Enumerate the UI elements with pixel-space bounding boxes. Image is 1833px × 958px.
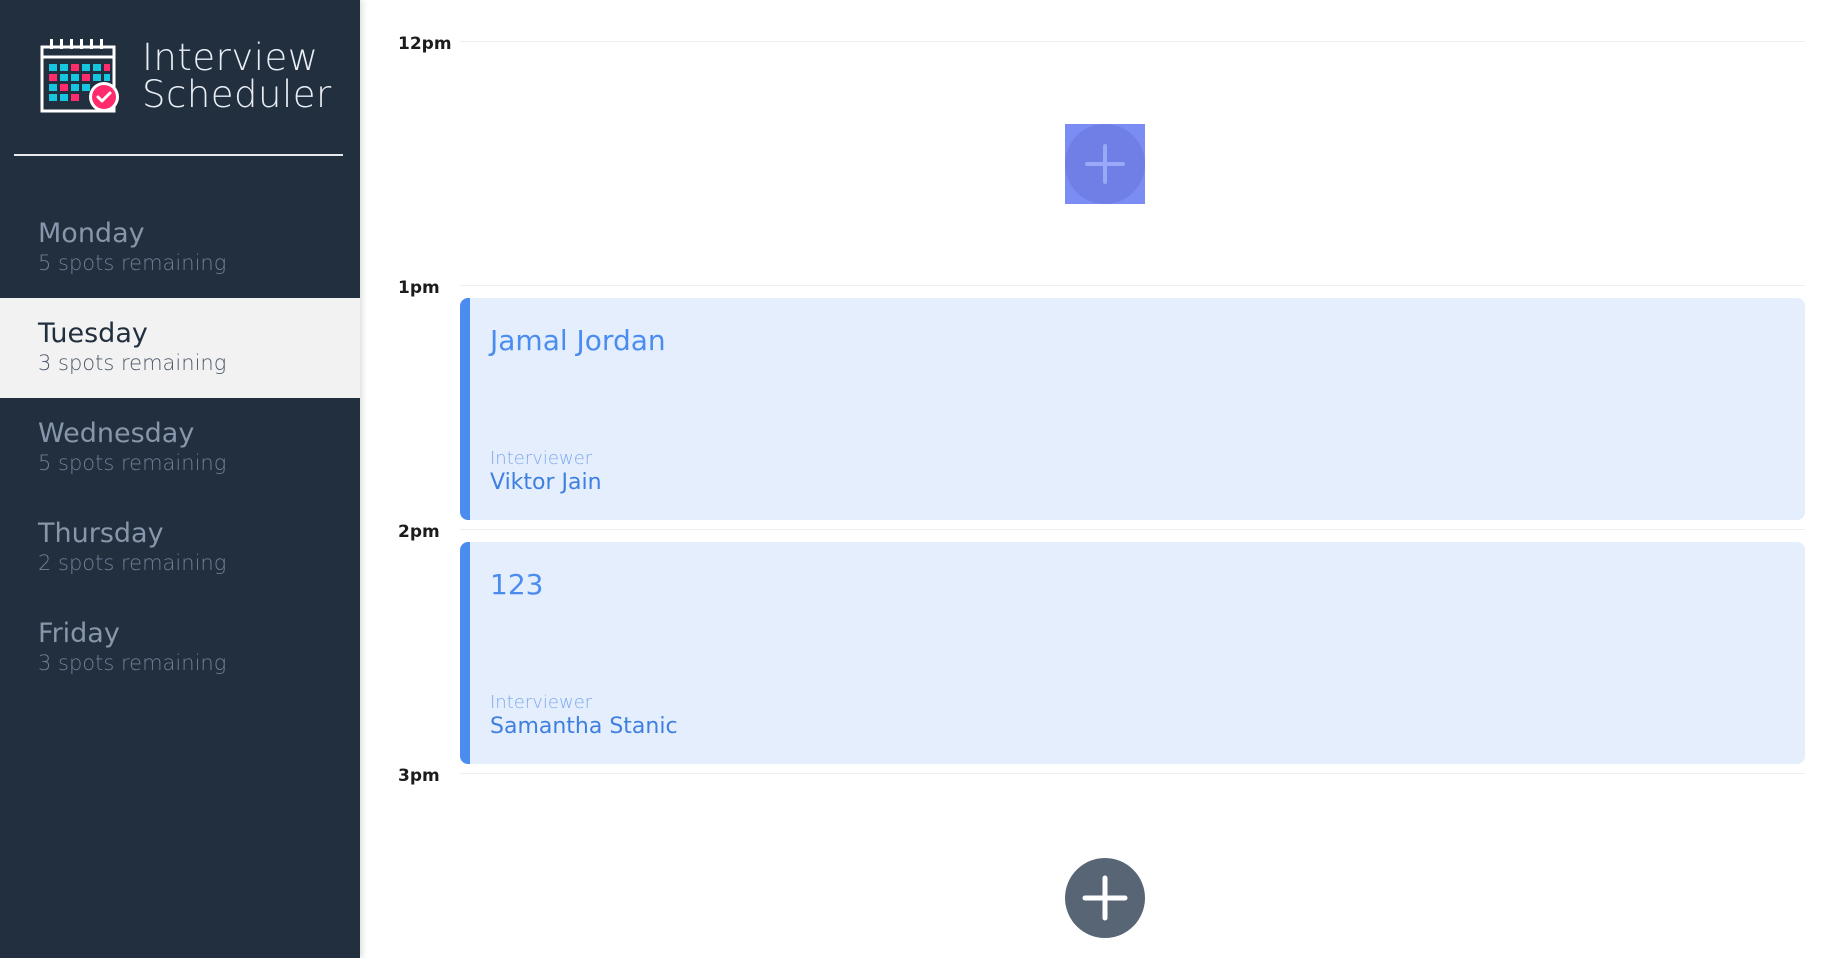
day-spots: 5 spots remaining [38,251,227,275]
time-label-1pm: 1pm [398,278,440,298]
hour-divider [460,529,1805,530]
plus-circle-icon [1085,144,1125,184]
app-title-line2: Scheduler [142,73,332,116]
day-name: Monday [38,218,145,249]
app-title: Interview Scheduler [142,39,342,113]
interviewer-name: Viktor Jain [490,470,602,495]
day-spots: 3 spots remaining [38,651,227,675]
time-label-12pm: 12pm [398,34,452,54]
hour-divider [460,773,1805,774]
add-appointment-button[interactable] [1065,858,1145,938]
calendar-check-icon [40,39,119,113]
interviewer-name: Samantha Stanic [490,714,678,739]
plus-circle-icon [1082,875,1128,921]
day-name: Thursday [38,518,164,549]
day-spots: 5 spots remaining [38,451,227,475]
day-spots: 2 spots remaining [38,551,227,575]
day-item-friday[interactable]: Friday 3 spots remaining [0,598,360,698]
day-item-wednesday[interactable]: Wednesday 5 spots remaining [0,398,360,498]
day-spots: 3 spots remaining [38,351,227,375]
day-name: Tuesday [38,318,148,349]
sidebar: Interview Scheduler Monday 5 spots remai… [0,0,360,958]
day-name: Wednesday [38,418,195,449]
schedule: 12pm 1pm Jamal Jordan Interviewer Viktor… [360,0,1833,958]
sidebar-divider [14,154,343,156]
app: Interview Scheduler Monday 5 spots remai… [0,0,1833,958]
day-item-thursday[interactable]: Thursday 2 spots remaining [0,498,360,598]
student-name: 123 [490,568,544,601]
time-label-2pm: 2pm [398,522,440,542]
appointment-card[interactable]: Jamal Jordan Interviewer Viktor Jain [460,298,1805,520]
student-name: Jamal Jordan [490,324,666,357]
interviewer-label: Interviewer [490,692,593,713]
day-list: Monday 5 spots remaining Tuesday 3 spots… [0,198,360,698]
appointment-card[interactable]: 123 Interviewer Samantha Stanic [460,542,1805,764]
day-item-monday[interactable]: Monday 5 spots remaining [0,198,360,298]
brand: Interview Scheduler [40,34,342,118]
time-label-3pm: 3pm [398,766,440,786]
add-appointment-button[interactable] [1065,124,1145,204]
hour-divider [460,285,1805,286]
hour-divider [460,41,1805,42]
interviewer-label: Interviewer [490,448,593,469]
day-item-tuesday[interactable]: Tuesday 3 spots remaining [0,298,360,398]
day-name: Friday [38,618,120,649]
